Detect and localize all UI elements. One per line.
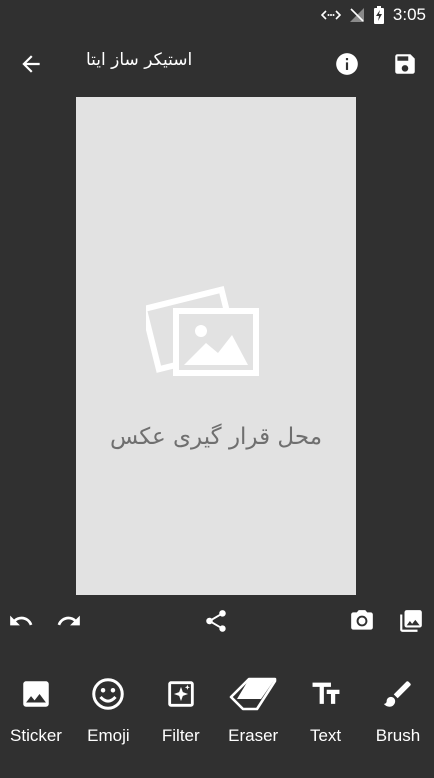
app-bar: استیکر ساز ایتا [0, 38, 434, 88]
arrow-back-icon [22, 55, 40, 73]
status-bar: 3:05 [0, 0, 434, 30]
tool-eraser[interactable]: Eraser [217, 672, 289, 772]
eraser-icon [229, 677, 277, 711]
edit-toolbar [0, 606, 434, 636]
no-signal-icon [349, 8, 364, 22]
brush-icon [383, 681, 411, 707]
tool-label: Text [309, 726, 342, 745]
back-button[interactable] [18, 51, 44, 77]
share-button[interactable] [203, 608, 229, 634]
info-button[interactable] [334, 51, 360, 77]
save-icon [395, 54, 415, 74]
undo-icon [10, 615, 33, 626]
tools-bar: Sticker Emoji Filter Eraser Text Brush [0, 672, 434, 772]
tool-label: Filter [161, 726, 200, 745]
save-button[interactable] [392, 51, 418, 77]
info-icon [336, 53, 358, 75]
redo-icon [57, 615, 80, 626]
share-icon [206, 610, 226, 632]
camera-button[interactable] [349, 608, 375, 634]
emoji-icon [92, 678, 125, 710]
tool-label: Emoji [87, 726, 130, 745]
redo-button[interactable] [56, 608, 82, 634]
tool-label: Sticker [10, 726, 62, 745]
photo-library-icon [400, 610, 422, 632]
photos-placeholder-icon [146, 286, 259, 376]
text-icon [312, 682, 340, 704]
undo-button[interactable] [8, 608, 34, 634]
camera-icon [351, 610, 373, 630]
data-sync-icon [320, 10, 341, 20]
filter-icon [168, 681, 194, 707]
image-icon [23, 681, 49, 707]
tool-brush[interactable]: Brush [362, 672, 434, 772]
page-title: استیکر ساز ایتا [86, 50, 193, 70]
tool-filter[interactable]: Filter [145, 672, 217, 772]
image-canvas[interactable]: محل قرار گیری عکس [76, 97, 356, 595]
tool-sticker[interactable]: Sticker [0, 672, 72, 772]
placeholder-text: محل قرار گیری عکس [109, 424, 323, 450]
tool-text[interactable]: Text [290, 672, 362, 772]
tool-label: Brush [375, 726, 421, 745]
battery-charging-icon [373, 6, 384, 24]
gallery-button[interactable] [398, 608, 424, 634]
status-time: 3:05 [392, 5, 426, 24]
tool-emoji[interactable]: Emoji [72, 672, 144, 772]
tool-label: Eraser [228, 726, 279, 745]
